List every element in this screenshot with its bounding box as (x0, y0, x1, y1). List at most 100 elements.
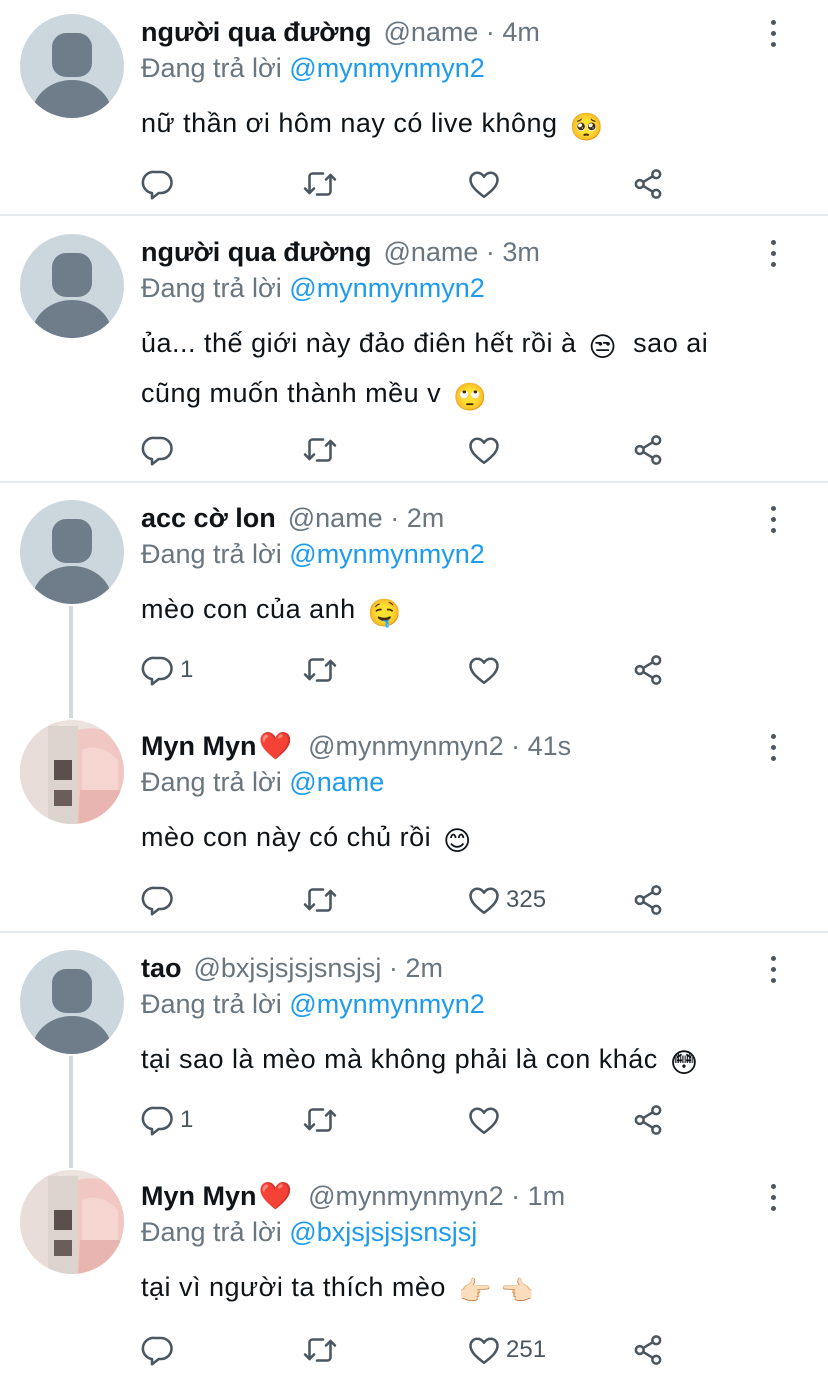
reply-button[interactable]: 1 (140, 1102, 193, 1138)
more-options-icon[interactable] (766, 506, 780, 534)
divider (0, 931, 828, 933)
retweet-icon (302, 652, 338, 688)
tweet[interactable]: người qua đường @name · 3m Đang trả lời … (0, 234, 828, 480)
avatar[interactable] (20, 1170, 124, 1274)
retweet-button[interactable] (302, 1332, 338, 1368)
tweet-header: Myn Myn ❤️ @mynmynmyn2 · 41s (141, 728, 571, 764)
more-options-icon[interactable] (766, 956, 780, 984)
share-button[interactable] (630, 652, 666, 688)
tweet[interactable]: người qua đường @name · 4m Đang trả lời … (0, 14, 828, 214)
tweet-header: acc cờ lon @name · 2m (141, 500, 444, 536)
display-name[interactable]: Myn Myn (141, 728, 257, 764)
display-name[interactable]: người qua đường (141, 234, 371, 270)
avatar[interactable] (20, 234, 124, 338)
display-name[interactable]: tao (141, 950, 182, 986)
more-options-icon[interactable] (766, 1184, 780, 1212)
like-count: 251 (506, 1336, 547, 1363)
heart-emoji: ❤️ (258, 731, 293, 761)
retweet-button[interactable] (302, 432, 338, 468)
tweet-text: nữ thần ơi hôm nay có live không 🥺 (141, 100, 741, 150)
handle-time: @name · 2m (287, 503, 445, 533)
reply-button[interactable] (140, 882, 180, 918)
avatar[interactable] (20, 720, 124, 824)
reply-button[interactable] (140, 166, 180, 202)
share-button[interactable] (630, 1332, 666, 1368)
mention-link[interactable]: @bxjsjsjsjsnsjsj (289, 1217, 477, 1247)
handle-time: @name · 3m (383, 237, 540, 267)
reply-button[interactable] (140, 1332, 180, 1368)
more-options-icon[interactable] (766, 240, 780, 268)
reply-icon (140, 432, 176, 468)
reply-count: 1 (180, 1106, 194, 1133)
share-button[interactable] (630, 1102, 666, 1138)
tweet-text: tại vì người ta thích mèo 👉🏻 👈🏻 (141, 1264, 741, 1314)
like-button[interactable] (466, 166, 506, 202)
heart-icon (466, 882, 502, 918)
tweet[interactable]: Myn Myn ❤️ @mynmynmyn2 · 41s Đang trả lờ… (0, 720, 828, 928)
mention-link[interactable]: @mynmynmyn2 (289, 273, 484, 303)
share-button[interactable] (630, 882, 666, 918)
more-options-icon[interactable] (766, 734, 780, 762)
retweet-icon (302, 1332, 338, 1368)
display-name[interactable]: người qua đường (141, 14, 371, 50)
reply-icon (140, 652, 176, 688)
heart-icon (466, 166, 502, 202)
avatar[interactable] (20, 500, 124, 604)
tweet-text: tại sao là mèo mà không phải là con khác… (141, 1036, 781, 1086)
retweet-button[interactable] (302, 652, 338, 688)
retweet-button[interactable] (302, 166, 338, 202)
emoji: 🤤 (367, 598, 402, 628)
tweet-header: người qua đường @name · 3m (141, 234, 540, 270)
tweet-header: Myn Myn ❤️ @mynmynmyn2 · 1m (141, 1178, 565, 1214)
heart-icon (466, 432, 502, 468)
avatar-photo (20, 720, 124, 824)
tweet[interactable]: acc cờ lon @name · 2m Đang trả lời @mynm… (0, 500, 828, 710)
mention-link[interactable]: @mynmynmyn2 (289, 539, 484, 569)
tweet-actions (140, 166, 680, 202)
retweet-icon (302, 882, 338, 918)
like-button[interactable]: 251 (466, 1332, 546, 1368)
retweet-button[interactable] (302, 882, 338, 918)
heart-icon (466, 652, 502, 688)
tweet[interactable]: Myn Myn ❤️ @mynmynmyn2 · 1m Đang trả lời… (0, 1170, 828, 1374)
avatar-photo (20, 1170, 124, 1274)
tweet-header: tao @bxjsjsjsjsnsjsj · 2m (141, 950, 443, 986)
reply-button[interactable]: 1 (140, 652, 193, 688)
heart-icon (466, 1102, 502, 1138)
reply-button[interactable] (140, 432, 180, 468)
like-button[interactable]: 325 (466, 882, 546, 918)
tweet-actions: 1 (140, 652, 680, 688)
emoji: 🥺 (569, 112, 604, 142)
more-options-icon[interactable] (766, 20, 780, 48)
display-name[interactable]: acc cờ lon (141, 500, 276, 536)
share-icon (630, 432, 666, 468)
like-button[interactable] (466, 432, 506, 468)
avatar[interactable] (20, 950, 124, 1054)
mention-link[interactable]: @mynmynmyn2 (289, 989, 484, 1019)
divider (0, 214, 828, 216)
avatar[interactable] (20, 14, 124, 118)
retweet-button[interactable] (302, 1102, 338, 1138)
mention-link[interactable]: @mynmynmyn2 (289, 53, 484, 83)
share-icon (630, 1332, 666, 1368)
replying-to: Đang trả lời @mynmynmyn2 (141, 273, 485, 303)
replying-to: Đang trả lời @mynmynmyn2 (141, 539, 485, 569)
share-icon (630, 882, 666, 918)
tweet-text: mèo con này có chủ rồi 😊 (141, 814, 741, 864)
share-button[interactable] (630, 432, 666, 468)
retweet-icon (302, 1102, 338, 1138)
like-button[interactable] (466, 652, 506, 688)
tweet-text: mèo con của anh 🤤 (141, 586, 741, 636)
retweet-icon (302, 166, 338, 202)
share-button[interactable] (630, 166, 666, 202)
tweet[interactable]: tao @bxjsjsjsjsnsjsj · 2m Đang trả lời @… (0, 950, 828, 1160)
heart-icon (466, 1332, 502, 1368)
display-name[interactable]: Myn Myn (141, 1178, 257, 1214)
handle-time: @mynmynmyn2 · 1m (308, 1181, 566, 1211)
share-icon (630, 652, 666, 688)
reply-icon (140, 166, 176, 202)
share-icon (630, 166, 666, 202)
reply-icon (140, 1332, 176, 1368)
mention-link[interactable]: @name (289, 767, 384, 797)
like-button[interactable] (466, 1102, 506, 1138)
